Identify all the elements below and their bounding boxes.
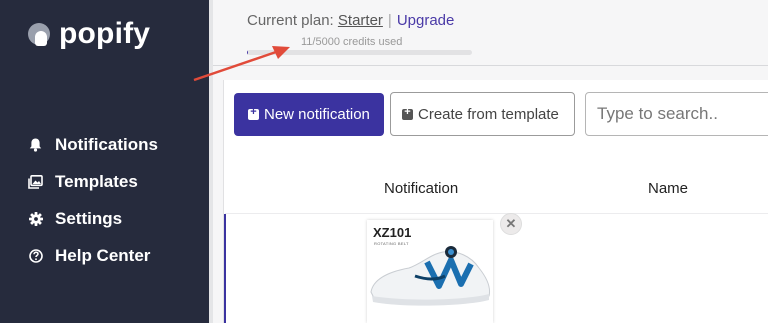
column-header-name: Name — [648, 180, 689, 197]
remove-button[interactable]: ✕ — [500, 213, 522, 235]
sidebar-item-notifications[interactable]: Notifications — [28, 126, 158, 163]
create-from-template-button[interactable]: Create from template — [390, 92, 575, 136]
shoe-image — [370, 246, 490, 306]
table-header: Notification Name — [225, 172, 768, 214]
sidebar-item-label: Settings — [55, 208, 123, 228]
image-gallery-icon — [28, 174, 43, 189]
notifications-panel: New notification Create from template No… — [223, 80, 768, 323]
sidebar-item-settings[interactable]: Settings — [28, 200, 158, 237]
add-icon — [402, 106, 413, 120]
new-notification-button[interactable]: New notification — [234, 93, 384, 136]
separator: | — [387, 12, 392, 29]
bell-icon — [28, 137, 43, 152]
table-row[interactable]: XZ101 ROTATING BELT — [224, 214, 768, 323]
sidebar-item-help-center[interactable]: Help Center — [28, 237, 158, 274]
column-header-notification: Notification — [384, 180, 459, 197]
sidebar-item-templates[interactable]: Templates — [28, 163, 158, 200]
sidebar-item-label: Templates — [55, 171, 138, 191]
annotation-arrow-icon — [193, 46, 290, 82]
sidebar-nav: Notifications Templates Settings Help Ce… — [28, 126, 158, 274]
cursor-icon — [28, 23, 50, 46]
notification-preview-image: XZ101 ROTATING BELT — [367, 220, 493, 323]
close-icon: ✕ — [505, 216, 517, 231]
plan-prefix: Current plan: — [247, 12, 334, 29]
add-icon — [248, 106, 259, 120]
new-notification-label: New notification — [264, 106, 370, 123]
credits-used-text: 11/5000 credits used — [301, 36, 403, 48]
plan-name-link[interactable]: Starter — [338, 12, 383, 29]
current-plan: Current plan: Starter | Upgrade — [247, 12, 454, 29]
sidebar: popify Notifications Templates Settings … — [0, 0, 209, 323]
brand-logo[interactable]: popify — [28, 16, 150, 52]
search-input[interactable] — [585, 92, 768, 136]
question-circle-icon — [28, 248, 43, 263]
create-from-template-label: Create from template — [418, 105, 559, 123]
sidebar-item-label: Notifications — [55, 134, 158, 154]
sidebar-item-label: Help Center — [55, 245, 151, 265]
brand-name: popify — [59, 17, 151, 50]
gear-icon — [28, 211, 43, 226]
upgrade-link[interactable]: Upgrade — [397, 12, 455, 29]
